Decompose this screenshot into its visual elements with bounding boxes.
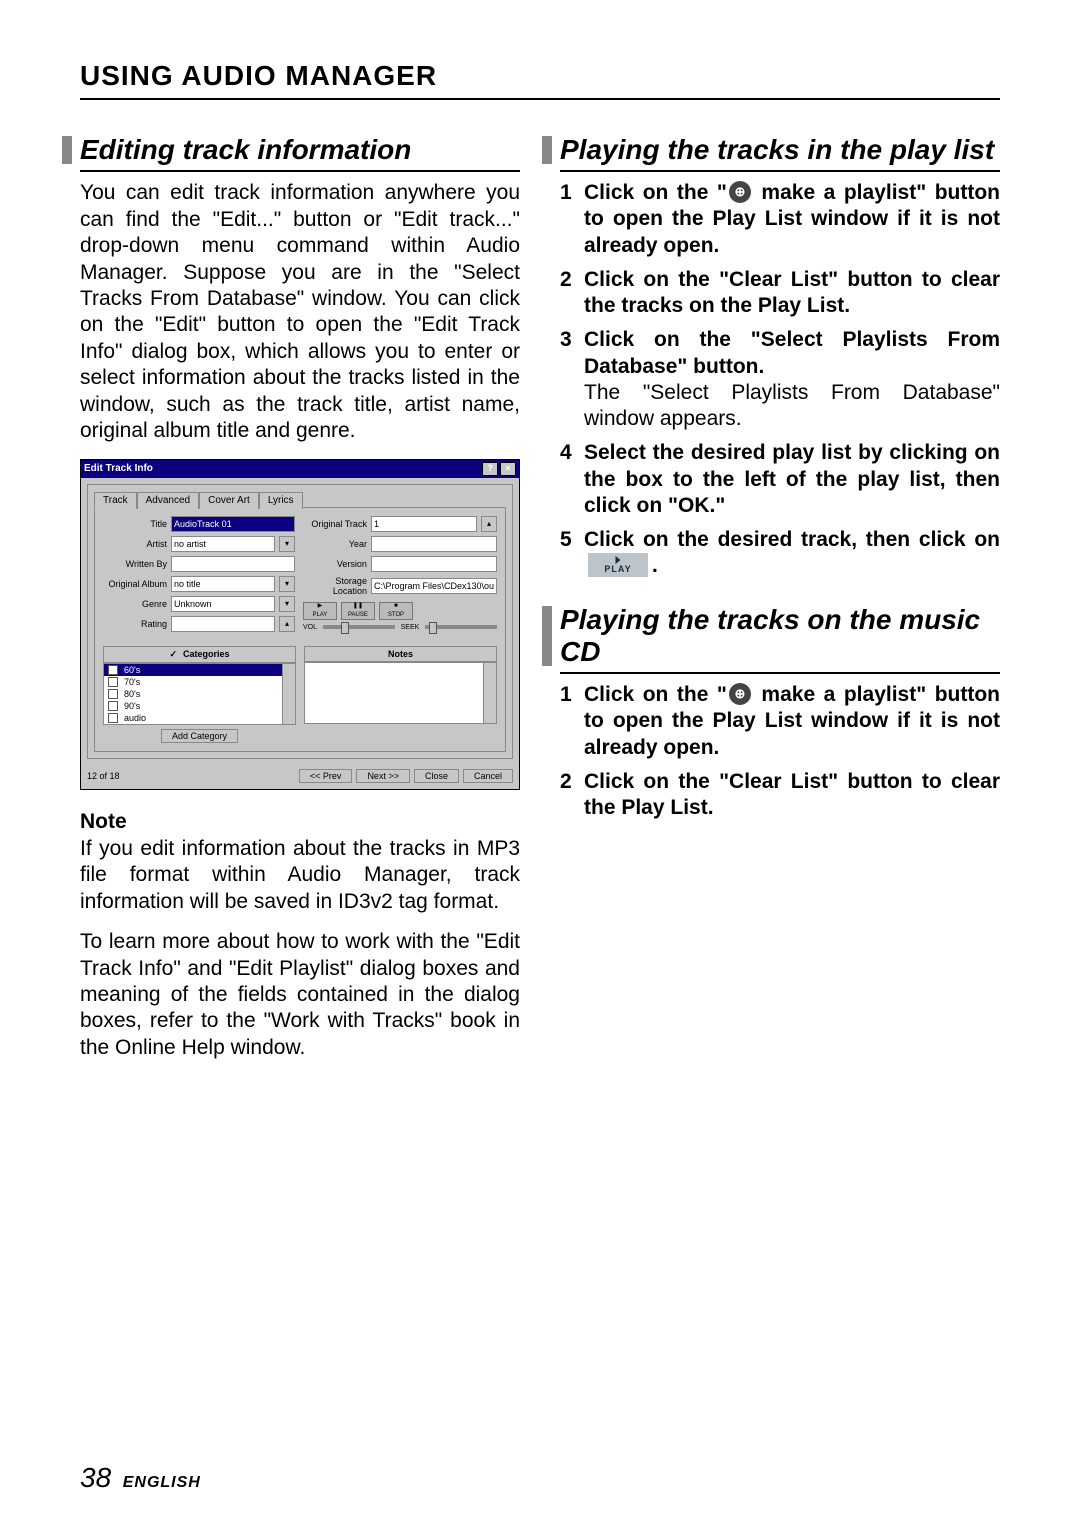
tab-lyrics[interactable]: Lyrics: [259, 492, 303, 509]
editing-paragraph: You can edit track information anywhere …: [80, 180, 520, 445]
rating-field[interactable]: [171, 616, 275, 632]
label-genre: Genre: [103, 599, 167, 609]
scrollbar[interactable]: [483, 663, 496, 723]
check-icon: ✓: [169, 649, 177, 660]
step-item: Click on the "Select Playlists From Data…: [560, 327, 1000, 432]
playlist-icon: ⊕: [729, 181, 751, 203]
next-button[interactable]: Next >>: [356, 769, 410, 783]
chevron-down-icon[interactable]: ▾: [279, 536, 295, 552]
note-paragraph-2: To learn more about how to work with the…: [80, 929, 520, 1061]
writtenby-field[interactable]: [171, 556, 295, 572]
step-item: Click on the "Clear List" button to clea…: [560, 267, 1000, 320]
steps-playlist: Click on the "⊕ make a playlist" button …: [560, 180, 1000, 580]
seek-slider[interactable]: [425, 625, 497, 629]
label-version: Version: [303, 559, 367, 569]
play-button-icon: PLAY: [588, 553, 648, 577]
language-label: ENGLISH: [123, 1474, 201, 1491]
add-category-button[interactable]: Add Category: [161, 729, 238, 743]
categories-label: Categories: [183, 649, 230, 659]
artist-field[interactable]: no artist: [171, 536, 275, 552]
note-heading: Note: [80, 810, 520, 834]
steps-cd: Click on the "⊕ make a playlist" button …: [560, 682, 1000, 821]
label-title: Title: [103, 519, 167, 529]
storage-field[interactable]: C:\Program Files\CDex130\ou: [371, 578, 497, 594]
vol-label: VOL: [303, 624, 317, 631]
vol-slider[interactable]: [323, 625, 395, 629]
step-item: Click on the "⊕ make a playlist" button …: [560, 180, 1000, 259]
help-icon[interactable]: ?: [482, 462, 498, 476]
label-origtrack: Original Track: [303, 519, 367, 529]
step-item: Click on the "⊕ make a playlist" button …: [560, 682, 1000, 761]
label-artist: Artist: [103, 539, 167, 549]
playlist-icon: ⊕: [729, 683, 751, 705]
cancel-button[interactable]: Cancel: [463, 769, 513, 783]
step-note: The "Select Playlists From Database" win…: [584, 380, 1000, 433]
spinner-icon[interactable]: ▴: [279, 616, 295, 632]
tab-cover-art[interactable]: Cover Art: [199, 492, 259, 509]
title-field[interactable]: AudioTrack 01: [171, 516, 295, 532]
play-button[interactable]: ▶PLAY: [303, 602, 337, 620]
label-rating: Rating: [103, 619, 167, 629]
heading-editing-track-info: Editing track information: [80, 134, 520, 172]
edit-track-info-dialog: Edit Track Info ? × Track Advanced Cover…: [80, 459, 520, 790]
notes-label: Notes: [304, 646, 497, 662]
prev-button[interactable]: << Prev: [299, 769, 353, 783]
genre-field[interactable]: Unknown: [171, 596, 275, 612]
dialog-title: Edit Track Info: [84, 463, 153, 474]
version-field[interactable]: [371, 556, 497, 572]
page-footer: 38 ENGLISH: [80, 1462, 201, 1494]
stop-button[interactable]: ■STOP: [379, 602, 413, 620]
note-paragraph-1: If you edit information about the tracks…: [80, 836, 520, 915]
close-icon[interactable]: ×: [500, 462, 516, 476]
scrollbar[interactable]: [282, 664, 295, 724]
heading-playing-cd: Playing the tracks on the music CD: [560, 604, 1000, 674]
page-number: 38: [80, 1462, 111, 1493]
tab-advanced[interactable]: Advanced: [137, 492, 199, 509]
heading-playing-playlist: Playing the tracks in the play list: [560, 134, 1000, 172]
label-writtenby: Written By: [103, 559, 167, 569]
label-origalbum: Original Album: [103, 579, 167, 589]
origalbum-field[interactable]: no title: [171, 576, 275, 592]
notes-field[interactable]: [304, 662, 497, 724]
step-item: Click on the desired track, then click o…: [560, 527, 1000, 580]
chevron-down-icon[interactable]: ▾: [279, 576, 295, 592]
categories-list[interactable]: 60's 70's 80's 90's audio: [103, 663, 296, 725]
spinner-icon[interactable]: ▴: [481, 516, 497, 532]
label-storage: Storage Location: [303, 576, 367, 596]
origtrack-field[interactable]: 1: [371, 516, 477, 532]
step-item: Click on the "Clear List" button to clea…: [560, 769, 1000, 822]
close-button[interactable]: Close: [414, 769, 459, 783]
seek-label: SEEK: [401, 624, 420, 631]
page-header: USING AUDIO MANAGER: [80, 60, 1000, 100]
chevron-down-icon[interactable]: ▾: [279, 596, 295, 612]
step-item: Select the desired play list by clicking…: [560, 440, 1000, 519]
tab-track[interactable]: Track: [94, 492, 137, 509]
pause-button[interactable]: ❚❚PAUSE: [341, 602, 375, 620]
label-year: Year: [303, 539, 367, 549]
position-indicator: 12 of 18: [87, 771, 120, 781]
year-field[interactable]: [371, 536, 497, 552]
